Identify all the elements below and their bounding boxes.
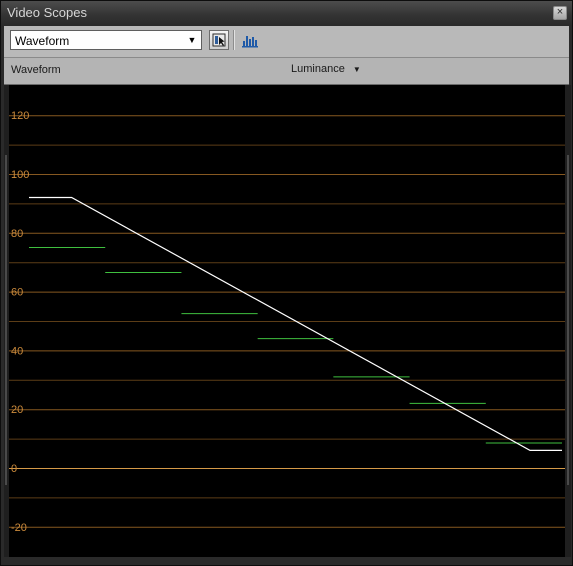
- y-tick-label: -20: [11, 522, 27, 534]
- left-scroll-thumb: [5, 155, 7, 485]
- channel-value: Luminance: [291, 63, 345, 75]
- scope-header: Waveform Luminance ▼: [4, 58, 569, 85]
- chevron-down-icon: ▼: [352, 65, 361, 74]
- title-bar[interactable]: Video Scopes ×: [1, 1, 572, 25]
- luminance-trace: [29, 196, 562, 451]
- scope-type-value: Waveform: [15, 34, 70, 48]
- histogram-button[interactable]: [240, 30, 260, 50]
- window-title: Video Scopes: [7, 5, 87, 20]
- close-button[interactable]: ×: [553, 6, 567, 20]
- waveform-chart: 120 100 80 60 40 20 0 -20: [9, 110, 565, 534]
- scope-title: Waveform: [11, 64, 61, 76]
- right-edge-scroll-track: [565, 85, 571, 557]
- video-scopes-window: Video Scopes × Waveform ▼ Waveform Lumin…: [0, 0, 573, 566]
- y-tick-label: 0: [11, 463, 17, 475]
- toolbar: Waveform ▼: [4, 26, 569, 58]
- y-tick-label: 100: [11, 169, 29, 181]
- select-region-button[interactable]: [209, 30, 229, 50]
- y-tick-label: 120: [11, 110, 29, 122]
- channel-dropdown[interactable]: Luminance ▼: [291, 63, 361, 75]
- right-scroll-thumb: [567, 155, 569, 485]
- y-tick-label: 60: [11, 287, 23, 299]
- y-tick-label: 80: [11, 228, 23, 240]
- chevron-down-icon: ▼: [187, 35, 197, 45]
- y-tick-label: 40: [11, 345, 23, 357]
- toolbar-separator: [233, 30, 235, 50]
- scope-type-dropdown[interactable]: Waveform ▼: [10, 30, 202, 50]
- histogram-icon: [242, 36, 258, 48]
- window-bottom-edge: [1, 557, 572, 565]
- select-region-icon: [212, 33, 226, 47]
- y-tick-label: 20: [11, 404, 23, 416]
- waveform-scope: 120 100 80 60 40 20 0 -20: [9, 85, 565, 557]
